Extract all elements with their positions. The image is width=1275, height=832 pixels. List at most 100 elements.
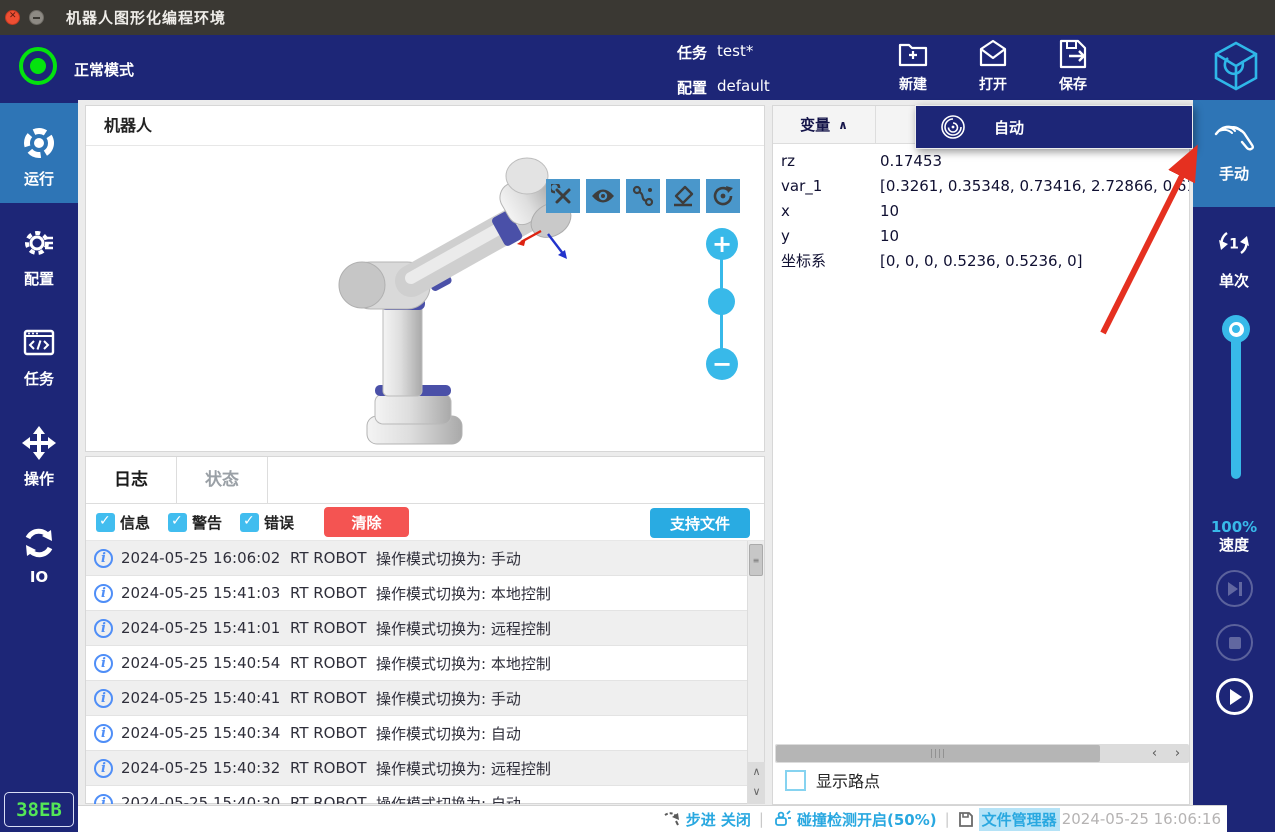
move-arrows-icon bbox=[21, 425, 57, 461]
filter-info-label: 信息 bbox=[120, 512, 150, 533]
log-row[interactable]: i 2024-05-25 15:40:30 RT ROBOT 操作模式切换为: … bbox=[86, 786, 747, 804]
view-path-button[interactable] bbox=[626, 179, 660, 213]
save-icon bbox=[1056, 37, 1090, 71]
collision-detection-toggle[interactable]: 碰撞检测开启(50%) bbox=[772, 809, 937, 830]
step-mode-toggle[interactable]: 步进 关闭 bbox=[663, 809, 751, 830]
eye-icon bbox=[590, 186, 616, 206]
filter-error-checkbox[interactable] bbox=[240, 513, 259, 532]
brand-logo-icon bbox=[1212, 40, 1260, 92]
collision-detection-icon bbox=[772, 810, 792, 828]
filter-warning-checkbox[interactable] bbox=[168, 513, 187, 532]
file-manager-icon bbox=[958, 811, 974, 828]
left-sidebar: 运行 配置 任务 操作 bbox=[0, 100, 78, 832]
filter-info-checkbox[interactable] bbox=[96, 513, 115, 532]
zoom-out-button[interactable]: − bbox=[706, 348, 738, 380]
support-files-button[interactable]: 支持文件 bbox=[650, 508, 750, 538]
open-button[interactable]: 打开 bbox=[958, 37, 1028, 94]
statusbar-divider: | bbox=[945, 810, 950, 828]
sidebar-item-config[interactable]: 配置 bbox=[0, 203, 78, 303]
io-swap-icon bbox=[21, 525, 57, 561]
task-label: 任务 bbox=[677, 42, 707, 63]
view-visibility-button[interactable] bbox=[586, 179, 620, 213]
speed-readout: 100% 速度 bbox=[1193, 518, 1275, 554]
window-title: 机器人图形化编程环境 bbox=[66, 7, 226, 28]
single-cycle-icon: 1 bbox=[1214, 223, 1254, 263]
log-row[interactable]: i 2024-05-25 15:40:34 RT ROBOT 操作模式切换为: … bbox=[86, 716, 747, 751]
variable-row: rz 0.17453 bbox=[773, 148, 1189, 173]
info-icon: i bbox=[94, 689, 113, 708]
statusbar-timestamp: 2024-05-25 16:06:16 bbox=[1062, 810, 1221, 828]
speed-slider[interactable] bbox=[1222, 315, 1250, 485]
log-row[interactable]: i 2024-05-25 15:41:03 RT ROBOT 操作模式切换为: … bbox=[86, 576, 747, 611]
collapse-chevron-icon: ∧ bbox=[838, 118, 848, 132]
new-file-icon bbox=[896, 37, 930, 71]
config-field: 配置 default bbox=[677, 77, 770, 98]
info-icon: i bbox=[94, 619, 113, 638]
robot-panel: 机器人 bbox=[85, 105, 765, 452]
mode-label: 正常模式 bbox=[74, 59, 134, 80]
variables-hscrollbar-thumb[interactable]: |||| bbox=[776, 745, 1100, 762]
stop-button[interactable] bbox=[1216, 624, 1253, 661]
log-row[interactable]: i 2024-05-25 15:40:32 RT ROBOT 操作模式切换为: … bbox=[86, 751, 747, 786]
speed-label: 速度 bbox=[1193, 536, 1275, 554]
view-erase-button[interactable] bbox=[666, 179, 700, 213]
clear-button[interactable]: 清除 bbox=[324, 507, 409, 537]
log-scrollbar-thumb[interactable]: ≡ bbox=[749, 544, 763, 576]
gear-icon bbox=[21, 225, 57, 261]
speed-percent: 100% bbox=[1193, 518, 1275, 536]
log-filterrow: 信息 警告 错误 清除 支持文件 bbox=[86, 504, 764, 541]
tab-log[interactable]: 日志 bbox=[86, 457, 177, 503]
close-icon[interactable] bbox=[5, 10, 20, 25]
sidebar-item-run[interactable]: 运行 bbox=[0, 103, 78, 203]
log-scrollbar-buttons[interactable]: ∧∨ bbox=[748, 762, 765, 804]
sidebar-item-task[interactable]: 任务 bbox=[0, 303, 78, 403]
step-forward-button[interactable] bbox=[1216, 570, 1253, 607]
hscroll-left-icon[interactable]: ‹ bbox=[1143, 744, 1166, 763]
new-button[interactable]: 新建 bbox=[878, 37, 948, 94]
show-waypoints-checkbox[interactable] bbox=[785, 770, 806, 791]
log-row[interactable]: i 2024-05-25 15:40:41 RT ROBOT 操作模式切换为: … bbox=[86, 681, 747, 716]
zoom-slider-knob[interactable] bbox=[708, 288, 735, 315]
log-row[interactable]: i 2024-05-25 15:41:01 RT ROBOT 操作模式切换为: … bbox=[86, 611, 747, 646]
config-label: 配置 bbox=[677, 77, 707, 98]
info-icon: i bbox=[94, 549, 113, 568]
view-reset-rotation-button[interactable] bbox=[706, 179, 740, 213]
task-field: 任务 test* bbox=[677, 42, 753, 63]
sidebar-item-io[interactable]: IO bbox=[0, 503, 78, 603]
mode-indicator-icon bbox=[19, 47, 57, 85]
statusbar-divider: | bbox=[759, 810, 764, 828]
config-value: default bbox=[717, 77, 770, 98]
minimize-icon[interactable] bbox=[29, 10, 44, 25]
hscroll-right-icon[interactable]: › bbox=[1166, 744, 1189, 763]
info-icon: i bbox=[94, 584, 113, 603]
tab-status[interactable]: 状态 bbox=[177, 457, 268, 503]
save-button[interactable]: 保存 bbox=[1038, 37, 1108, 94]
auto-mode-icon bbox=[940, 114, 966, 140]
log-list[interactable]: i 2024-05-25 16:06:02 RT ROBOT 操作模式切换为: … bbox=[86, 541, 747, 804]
single-cycle-button[interactable]: 1 单次 bbox=[1193, 207, 1275, 307]
view-tools-button[interactable] bbox=[546, 179, 580, 213]
tools-icon bbox=[551, 184, 575, 208]
speed-slider-knob[interactable] bbox=[1222, 315, 1250, 343]
file-manager-button[interactable]: 文件管理器 bbox=[958, 808, 1060, 831]
step-mode-icon bbox=[663, 811, 681, 827]
zoom-in-button[interactable]: + bbox=[706, 228, 738, 260]
mode-menu-item-auto[interactable]: 自动 bbox=[915, 105, 1193, 149]
rotate-view-icon bbox=[711, 184, 735, 208]
task-value: test* bbox=[717, 42, 753, 63]
play-button[interactable] bbox=[1216, 678, 1253, 715]
log-scrollbar[interactable]: ≡ ∧∨ bbox=[747, 541, 764, 804]
sidebar-item-operate[interactable]: 操作 bbox=[0, 403, 78, 503]
svg-text:1: 1 bbox=[1229, 237, 1239, 253]
log-row[interactable]: i 2024-05-25 16:06:02 RT ROBOT 操作模式切换为: … bbox=[86, 541, 747, 576]
code-window-icon bbox=[21, 325, 57, 361]
variable-row: y 10 bbox=[773, 223, 1189, 248]
filter-warning-label: 警告 bbox=[192, 512, 222, 533]
stop-icon bbox=[1228, 636, 1242, 650]
variables-hscrollbar[interactable]: |||| ‹ › bbox=[775, 744, 1189, 763]
info-icon: i bbox=[94, 794, 113, 805]
log-row[interactable]: i 2024-05-25 15:40:54 RT ROBOT 操作模式切换为: … bbox=[86, 646, 747, 681]
variables-tab[interactable]: 变量 ∧ bbox=[773, 106, 876, 143]
speed-slider-track[interactable] bbox=[1231, 327, 1241, 479]
manual-mode-button[interactable]: 手动 bbox=[1193, 100, 1275, 207]
